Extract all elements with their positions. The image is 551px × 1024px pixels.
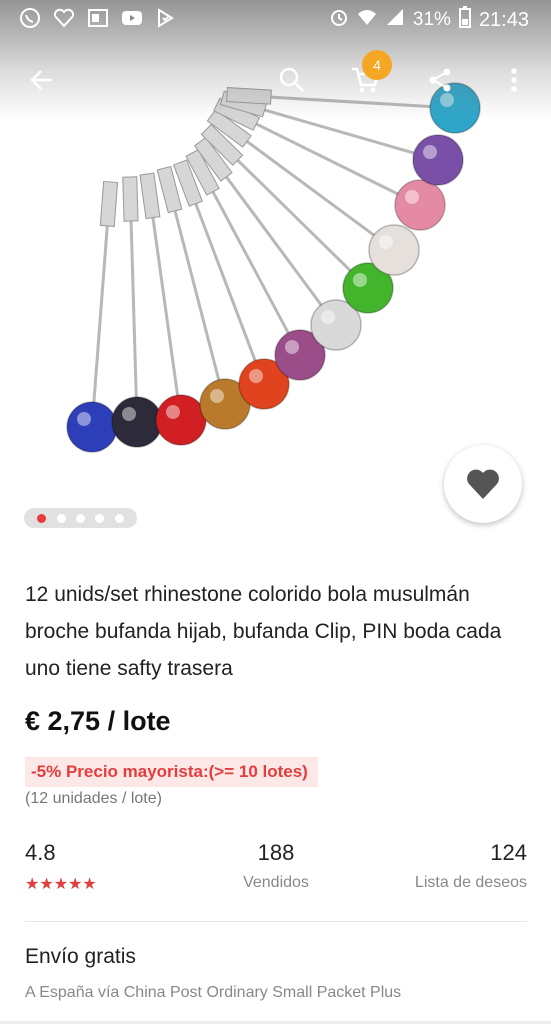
unit-info: (12 unidades / lote) bbox=[25, 790, 162, 807]
rhinestone-ball bbox=[412, 134, 464, 186]
search-icon[interactable] bbox=[272, 60, 312, 100]
youtube-icon bbox=[120, 6, 144, 30]
wifi-icon bbox=[357, 7, 377, 33]
sold-stat[interactable]: 188 Vendidos bbox=[238, 840, 314, 892]
product-title: 12 unids/set rhinestone colorido bola mu… bbox=[25, 583, 502, 680]
carousel-dot[interactable] bbox=[114, 513, 124, 523]
carousel-dot[interactable] bbox=[75, 513, 85, 523]
carousel-indicator[interactable] bbox=[24, 508, 137, 528]
sold-value: 188 bbox=[257, 840, 295, 865]
rhinestone-ball bbox=[111, 396, 163, 448]
rhinestone-ball bbox=[394, 179, 446, 231]
more-vert-icon[interactable] bbox=[494, 60, 534, 100]
battery-level: 31% bbox=[412, 9, 451, 30]
shipping-title[interactable]: Envío gratis bbox=[25, 945, 136, 969]
wishlist-stat[interactable]: 124 Lista de deseos bbox=[415, 840, 527, 892]
ball-highlight bbox=[166, 405, 180, 419]
battery-icon bbox=[458, 6, 471, 34]
wholesale-promo[interactable]: -5% Precio mayorista:(>= 10 lotes) bbox=[25, 757, 318, 787]
clock: 21:43 bbox=[478, 8, 529, 31]
carousel-dot[interactable] bbox=[56, 513, 66, 523]
share-icon[interactable] bbox=[420, 60, 460, 100]
ball-highlight bbox=[405, 190, 419, 204]
product-price: € 2,75 / lote bbox=[25, 706, 171, 736]
ball-highlight bbox=[285, 340, 299, 354]
rating-stars-icon: ★★★★★ bbox=[25, 876, 97, 893]
status-bar: 31% 21:43 bbox=[0, 0, 551, 38]
alarm-icon bbox=[329, 7, 349, 33]
ball-highlight bbox=[321, 310, 335, 324]
carousel-dot[interactable] bbox=[95, 513, 105, 523]
rhinestone-ball bbox=[368, 224, 420, 276]
ball-highlight bbox=[210, 389, 224, 403]
rhinestone-ball bbox=[66, 401, 118, 453]
product-stats: 4.8 ★★★★★ 188 Vendidos 124 Lista de dese… bbox=[25, 840, 527, 900]
cart-count-badge: 4 bbox=[362, 50, 392, 80]
shipping-description: A España vía China Post Ordinary Small P… bbox=[25, 984, 402, 1001]
office-icon bbox=[86, 6, 110, 30]
heart-icon bbox=[467, 469, 499, 499]
wishlist-value: 124 bbox=[490, 840, 527, 865]
sold-label: Vendidos bbox=[243, 874, 309, 891]
ball-highlight bbox=[379, 235, 393, 249]
wishlist-label: Lista de deseos bbox=[414, 874, 527, 891]
wishlist-button[interactable] bbox=[444, 445, 522, 523]
back-arrow-icon[interactable] bbox=[22, 60, 62, 100]
pin-clasp bbox=[139, 172, 161, 220]
ball-highlight bbox=[353, 273, 367, 287]
ball-highlight bbox=[122, 407, 136, 421]
pin-clasp bbox=[122, 176, 139, 222]
ball-highlight bbox=[423, 145, 437, 159]
rhinestone-ball bbox=[155, 394, 207, 446]
app-toolbar bbox=[0, 50, 551, 110]
ball-highlight bbox=[77, 412, 91, 426]
whatsapp-icon bbox=[18, 6, 42, 30]
pin-clasp bbox=[99, 180, 119, 227]
carousel-dot[interactable] bbox=[37, 513, 47, 523]
divider bbox=[25, 921, 527, 922]
download-check-icon bbox=[154, 6, 178, 30]
rating-stat[interactable]: 4.8 ★★★★★ bbox=[25, 840, 97, 894]
ball-highlight bbox=[249, 369, 263, 383]
rating-value: 4.8 bbox=[25, 840, 56, 865]
signal-icon bbox=[385, 7, 405, 33]
heart-app-icon bbox=[52, 6, 76, 30]
